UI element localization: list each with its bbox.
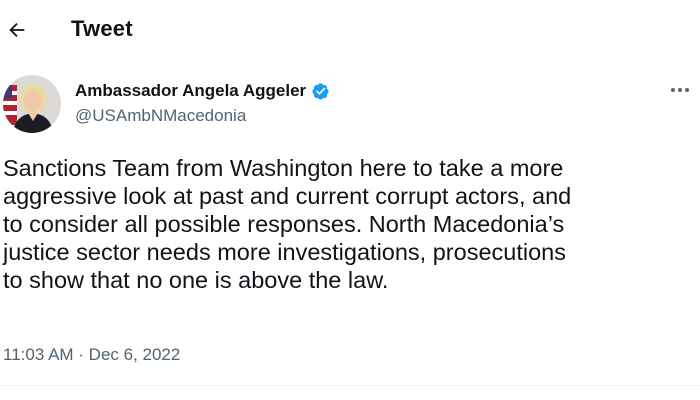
- arrow-left-icon: [9, 22, 25, 38]
- divider: [0, 385, 700, 386]
- tweet-text-line: justice sector needs more investigations…: [3, 239, 566, 265]
- author-display-name[interactable]: Ambassador Angela Aggeler: [75, 81, 306, 101]
- avatar[interactable]: [3, 75, 61, 133]
- page-title: Tweet: [71, 16, 133, 41]
- avatar-image: [3, 75, 61, 133]
- tweet-header: Tweet: [0, 0, 700, 62]
- tweet-timestamp[interactable]: 11:03 AM · Dec 6, 2022: [3, 345, 180, 365]
- more-horizontal-icon: [671, 88, 689, 92]
- verified-badge-icon: [312, 82, 329, 100]
- tweet-text-line: to show that no one is above the law.: [3, 267, 389, 293]
- author-handle[interactable]: @USAmbNMacedonia: [75, 106, 246, 126]
- author-name-row: Ambassador Angela Aggeler: [75, 81, 330, 101]
- tweet-text-line: to consider all possible responses. Nort…: [3, 211, 565, 237]
- tweet-text: Sanctions Team from Washington here to t…: [3, 154, 693, 294]
- more-options-button[interactable]: [667, 82, 693, 98]
- tweet-text-line: aggressive look at past and current corr…: [3, 183, 572, 209]
- tweet-text-line: Sanctions Team from Washington here to t…: [3, 155, 564, 181]
- back-button[interactable]: [2, 15, 32, 45]
